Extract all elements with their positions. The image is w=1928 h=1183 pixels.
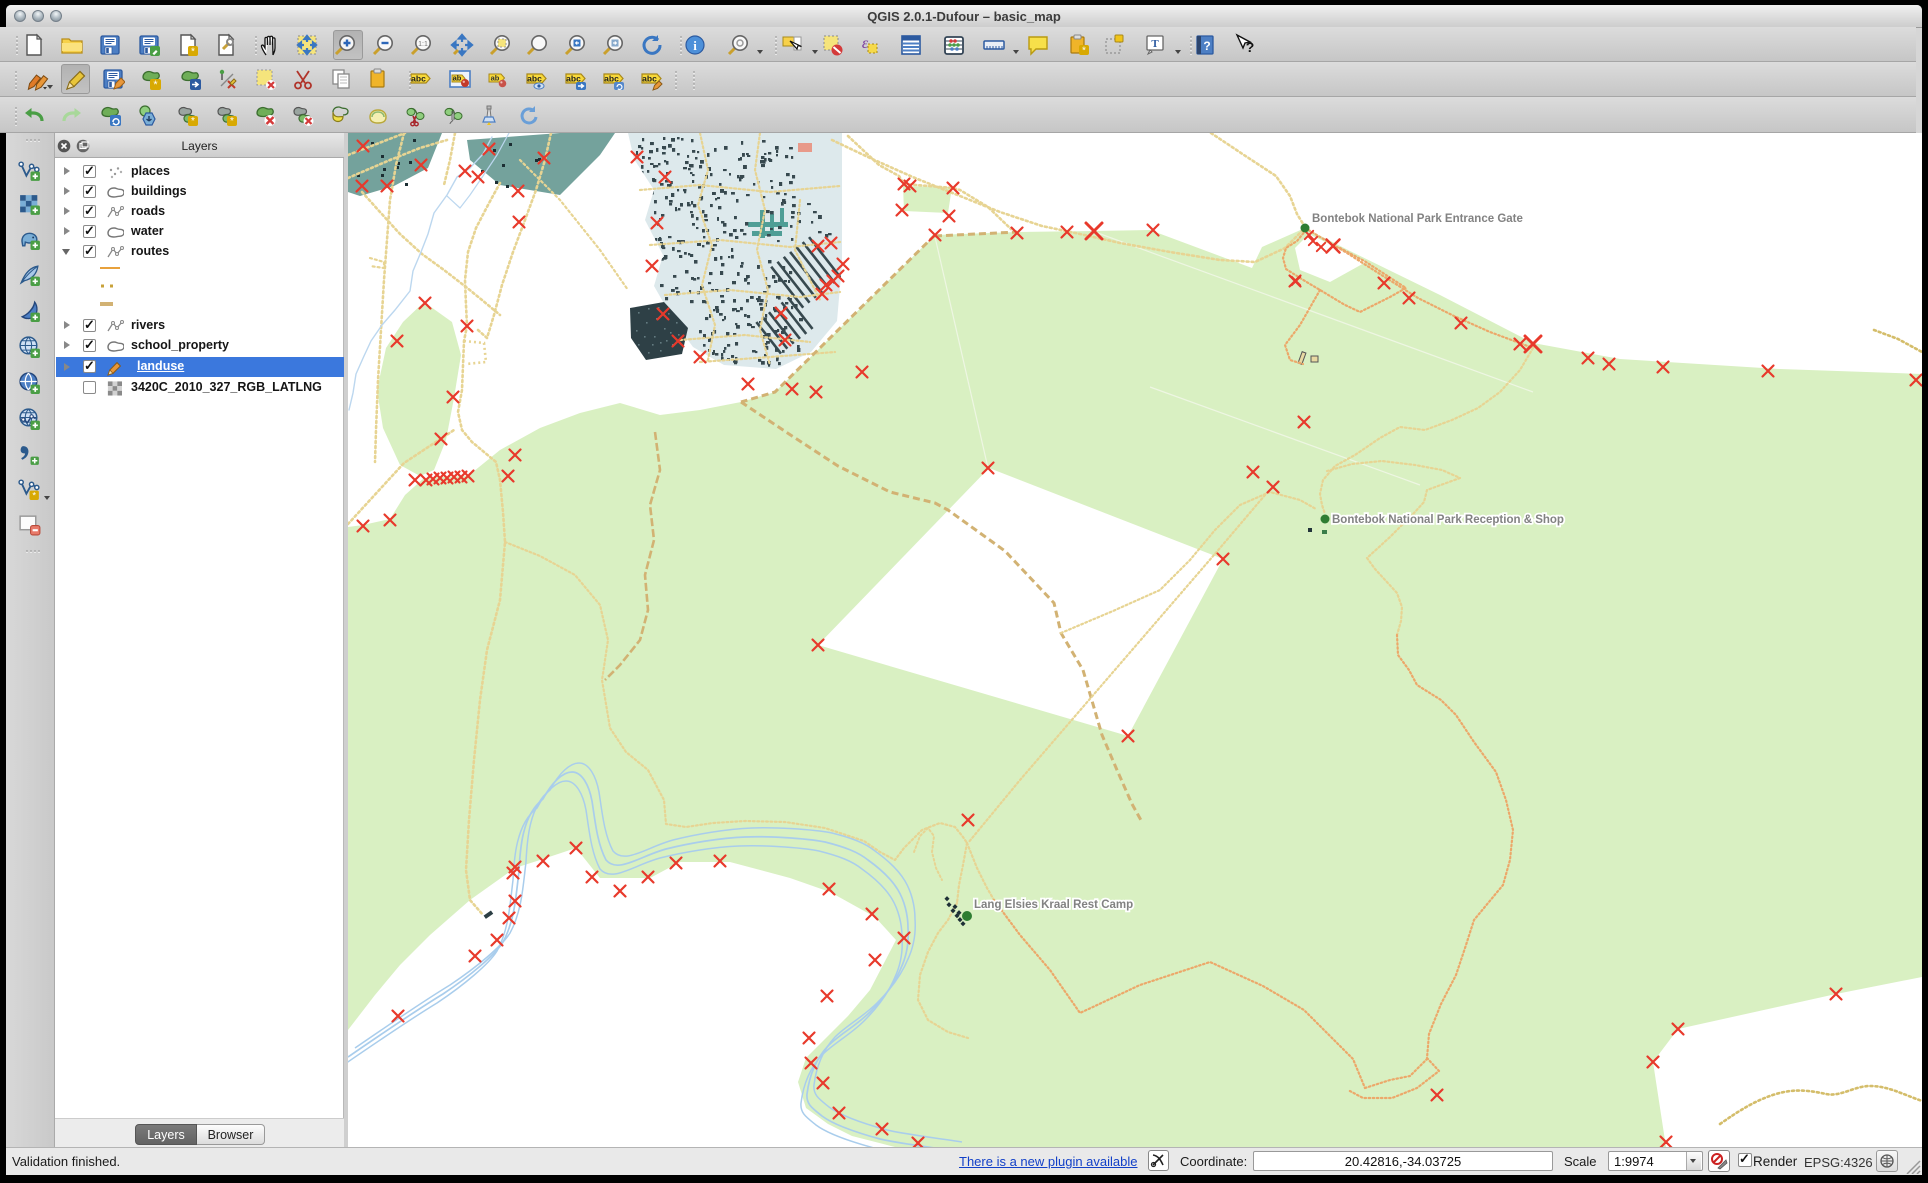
svg-text:T: T: [1151, 38, 1159, 50]
svg-text:*: *: [1082, 46, 1086, 57]
svg-text:ab: ab: [491, 74, 500, 83]
svg-text:Bontebok National Park Recepti: Bontebok National Park Reception & Shop: [1332, 514, 1564, 526]
svg-text:Lang Elsies Kraal Rest Camp: Lang Elsies Kraal Rest Camp: [974, 899, 1133, 911]
svg-text:*: *: [32, 490, 36, 500]
svg-text:*: *: [191, 116, 195, 127]
svg-text:abc: abc: [527, 74, 542, 84]
svg-text:i: i: [693, 38, 697, 53]
svg-text:ε: ε: [862, 35, 869, 52]
svg-text:Bontebok National Park Entranc: Bontebok National Park Entrance Gate: [1312, 213, 1523, 225]
svg-text:abc: abc: [642, 74, 657, 84]
svg-text:*: *: [191, 47, 195, 58]
svg-text:ab: ab: [453, 74, 462, 83]
svg-text:*: *: [230, 116, 234, 127]
svg-text:?: ?: [1246, 39, 1255, 55]
svg-text:1:1: 1:1: [418, 41, 428, 48]
svg-text:?: ?: [1203, 39, 1210, 53]
svg-text:*: *: [153, 79, 158, 91]
